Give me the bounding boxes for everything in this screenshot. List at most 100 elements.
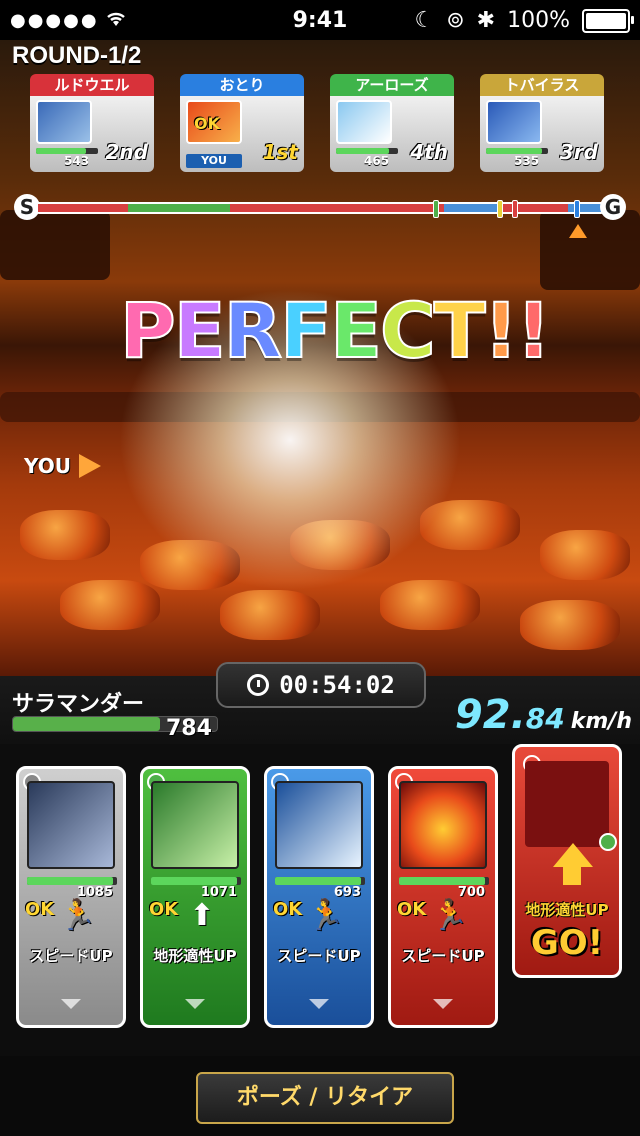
racer-name: アーローズ — [330, 74, 454, 96]
racer-body: 535 3rd — [480, 96, 604, 172]
timer-text: 00:54:02 — [279, 671, 395, 699]
clock-icon — [247, 674, 270, 696]
progress-segment — [128, 204, 230, 212]
racer-portrait — [336, 100, 392, 144]
go-card-portrait-slot — [525, 761, 609, 847]
race-timer: 00:54:02 — [216, 662, 426, 708]
card-ok: OK — [149, 899, 179, 920]
racer-hp-value: 535 — [514, 154, 540, 168]
speed-readout: 92. 84 km/h — [455, 692, 632, 738]
running-figure-icon: 🏃 — [59, 898, 97, 933]
ruins-left — [0, 210, 110, 280]
progress-segment — [83, 204, 129, 212]
card-portrait — [151, 781, 239, 869]
racer-portrait — [36, 100, 92, 144]
perfect-letter: P — [119, 285, 177, 376]
progress-segment — [500, 204, 569, 212]
progress-track — [36, 200, 604, 218]
bluetooth-icon: ✱ — [476, 8, 496, 33]
monster-card[interactable]: 1071 OK ⬆ 地形適性UP — [140, 766, 250, 1028]
perfect-letter: R — [223, 285, 283, 376]
racer-card: ルドウエル 543 2nd — [30, 74, 154, 172]
card-portrait — [27, 781, 115, 869]
card-portrait — [399, 781, 487, 869]
perfect-letter: F — [279, 285, 333, 376]
racer-name: トバイラス — [480, 74, 604, 96]
rotation-lock-icon: ⊚ — [446, 8, 465, 33]
card-ok: OK — [273, 899, 303, 920]
moon-icon: ☾ — [414, 8, 435, 33]
you-tag: YOU — [186, 154, 242, 168]
player-name: サラマンダー — [12, 692, 145, 717]
perfect-letter: E — [329, 285, 383, 376]
progress-segment — [229, 204, 445, 212]
battery-icon — [582, 8, 634, 33]
pause-retire-button[interactable]: ポーズ / リタイア — [196, 1072, 454, 1124]
racer-rank: 1st — [262, 140, 298, 164]
card-hp-bar — [151, 877, 241, 885]
up-arrow-icon — [553, 843, 593, 867]
monster-card[interactable]: 700 OK 🏃 スピードUP — [388, 766, 498, 1028]
up-arrow-icon: ⬆ — [189, 898, 215, 933]
player-hp-value: 784 — [166, 716, 212, 741]
chevron-down-icon — [429, 997, 457, 1013]
racer-ok-badge: OK — [194, 114, 220, 133]
perfect-text: PERFECT!! — [119, 285, 552, 376]
card-hp-fill — [151, 877, 237, 885]
card-hp-fill — [399, 877, 485, 885]
racer-hp-value: 465 — [364, 154, 390, 168]
card-skill: スピードUP — [29, 947, 113, 965]
racer-rank: 4th — [410, 140, 448, 164]
monster-card[interactable]: 693 OK 🏃 スピードUP — [264, 766, 374, 1028]
race-scene: ROUND-1/2 ルドウエル 543 2nd おとり OK YOU 1st ア… — [0, 40, 640, 676]
racer-card: アーローズ 465 4th — [330, 74, 454, 172]
you-progress-marker — [569, 224, 588, 238]
battery-percent: 100% — [507, 8, 570, 33]
card-hp-fill — [27, 877, 113, 885]
battery-level — [586, 12, 626, 29]
card-hp-bar — [399, 877, 489, 885]
progress-segment — [444, 204, 501, 212]
racer-body: 543 2nd — [30, 96, 154, 172]
player-hp-fill — [13, 717, 160, 731]
card-hp-fill — [275, 877, 361, 885]
racer-portrait — [486, 100, 542, 144]
racer-hp-value: 543 — [64, 154, 90, 168]
lava-tile — [380, 580, 480, 630]
card-hp-bar — [275, 877, 365, 885]
go-skill-label: 地形適性UP — [525, 901, 609, 919]
racer-rank: 3rd — [559, 140, 598, 164]
perfect-letter: T — [433, 285, 487, 376]
perfect-letter: ! — [483, 285, 520, 376]
card-skill: スピードUP — [277, 947, 361, 965]
lava-tile — [60, 580, 160, 630]
card-portrait — [275, 781, 363, 869]
card-skill: スピードUP — [401, 947, 485, 965]
card-hp-bar — [27, 877, 117, 885]
racer-body: 465 4th — [330, 96, 454, 172]
status-bar: ●●●●● 9:41 ☾ ⊚ ✱ 100% — [0, 0, 640, 40]
chevron-down-icon — [181, 997, 209, 1013]
bottom-bar: ポーズ / リタイア — [0, 1056, 640, 1136]
perfect-letter: C — [379, 285, 437, 376]
ruins-right — [540, 210, 640, 290]
monster-cards: 1085 OK 🏃 スピードUP 1071 OK ⬆ 地形適性UP 693 OK… — [0, 744, 640, 1056]
racer-position-marker — [432, 200, 439, 218]
racer-body: OK YOU 1st — [180, 96, 304, 172]
race-progress: S G — [14, 194, 626, 238]
perfect-letter: ! — [515, 285, 552, 376]
racer-rank: 2nd — [105, 140, 148, 164]
card-skill: 地形適性UP — [153, 947, 237, 965]
racer-card: トバイラス 535 3rd — [480, 74, 604, 172]
speed-fraction: 84 — [525, 702, 565, 735]
you-pointer: YOU — [24, 454, 102, 478]
running-figure-icon: 🏃 — [431, 898, 469, 933]
racer-name: おとり — [180, 74, 304, 96]
go-card[interactable]: 地形適性UP GO! — [512, 744, 622, 978]
up-arrow-stem — [563, 865, 581, 885]
card-ok: OK — [397, 899, 427, 920]
racer-position-marker — [511, 200, 518, 218]
lava-tile — [220, 590, 320, 640]
monster-card[interactable]: 1085 OK 🏃 スピードUP — [16, 766, 126, 1028]
lava-tile — [520, 600, 620, 650]
